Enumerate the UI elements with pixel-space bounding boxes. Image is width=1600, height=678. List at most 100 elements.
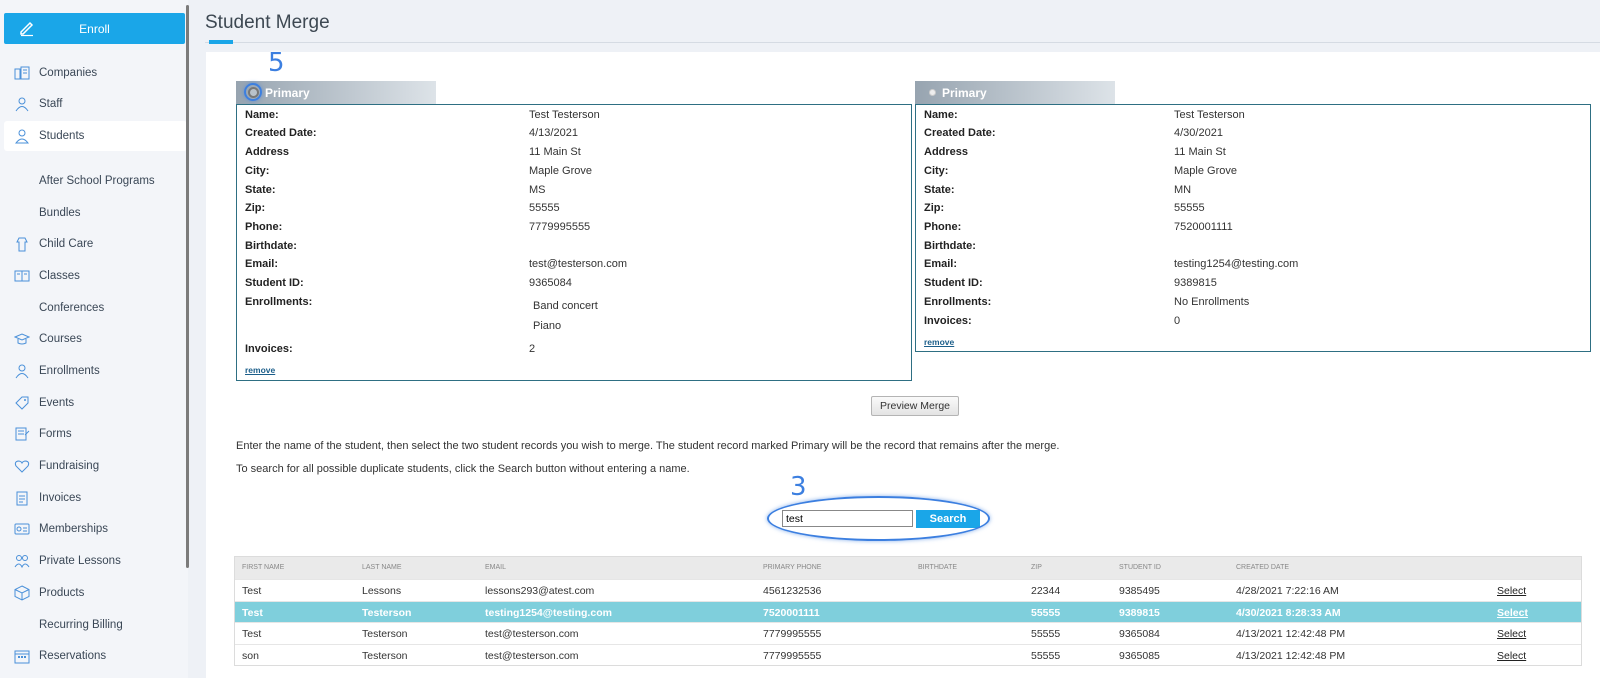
cell-email: test@testerson.com xyxy=(485,628,579,640)
cell-student-id: 9365085 xyxy=(1119,649,1160,662)
field-value: 55555 xyxy=(529,202,560,214)
field-value: Maple Grove xyxy=(529,165,592,177)
sidebar-item-label: Classes xyxy=(39,270,80,282)
events-icon xyxy=(15,396,29,410)
private-lessons-icon xyxy=(14,555,30,569)
field-label: Address xyxy=(924,146,969,158)
record-1-primary-tab[interactable]: Primary xyxy=(236,81,436,104)
sidebar-item-label: Conferences xyxy=(39,302,105,314)
cell-student-id: 9365084 xyxy=(1119,628,1160,640)
column-header: ZIP xyxy=(1031,564,1042,571)
field-value: 4/13/2021 xyxy=(529,127,578,139)
sidebar-item-events[interactable]: Events xyxy=(4,388,187,418)
field-value: 9365084 xyxy=(529,277,572,289)
companies-icon xyxy=(14,66,30,80)
field-label: City: xyxy=(924,165,949,177)
field-label: Invoices: xyxy=(245,343,293,355)
field-value: 7779995555 xyxy=(529,221,591,233)
instruction-text: Enter the name of the student, then sele… xyxy=(236,440,1060,452)
sidebar-item-products[interactable]: Products xyxy=(4,578,187,608)
field-label: City: xyxy=(245,165,270,177)
field-label: State: xyxy=(245,184,276,196)
instruction-text: To search for all possible duplicate stu… xyxy=(236,463,690,475)
sidebar-item-fundraising[interactable]: Fundraising xyxy=(4,451,187,481)
sidebar-scrollbar[interactable] xyxy=(186,5,189,568)
sidebar-item-label: Staff xyxy=(39,98,63,110)
sidebar-item-label: Reservations xyxy=(39,650,107,662)
staff-icon xyxy=(15,97,29,112)
select-link[interactable]: Select xyxy=(1497,628,1526,640)
sidebar-item-memberships[interactable]: Memberships xyxy=(4,514,187,544)
field-label: Invoices: xyxy=(924,315,972,327)
record-2-primary-tab[interactable]: Primary xyxy=(915,81,1115,104)
field-label: Created Date: xyxy=(245,127,317,139)
highlight-ellipse xyxy=(244,83,262,101)
cell-phone: 4561232536 xyxy=(763,585,822,597)
field-label: Created Date: xyxy=(924,127,996,139)
select-link[interactable]: Select xyxy=(1497,585,1526,597)
callout-number: 5 xyxy=(268,48,285,78)
sidebar-item-after-school-programs[interactable]: After School Programs xyxy=(4,166,187,196)
select-link[interactable]: Select xyxy=(1497,607,1528,619)
cell-created-date: 4/13/2021 12:42:48 PM xyxy=(1236,628,1346,640)
cell-zip: 55555 xyxy=(1031,628,1061,640)
sidebar-item-courses[interactable]: Courses xyxy=(4,324,187,354)
sidebar-item-label: Recurring Billing xyxy=(39,619,123,631)
field-label: Enrollments: xyxy=(924,296,992,308)
column-header: STUDENT ID xyxy=(1119,564,1161,571)
cell-last-name: Testerson xyxy=(362,606,412,619)
sidebar-item-staff[interactable]: Staff xyxy=(4,89,187,119)
cell-created-date: 4/13/2021 12:42:48 PM xyxy=(1236,649,1346,662)
sidebar-item-private-lessons[interactable]: Private Lessons xyxy=(4,546,187,576)
sidebar-item-label: After School Programs xyxy=(39,175,155,187)
column-header: FIRST NAME xyxy=(242,564,285,571)
field-label: Enrollments: xyxy=(245,296,313,308)
primary-label: Primary xyxy=(265,85,310,100)
cell-first-name: Test xyxy=(242,628,262,640)
sidebar-item-child-care[interactable]: Child Care xyxy=(4,229,187,259)
field-label: Birthdate: xyxy=(245,240,297,252)
sidebar-item-recurring-billing[interactable]: Recurring Billing xyxy=(4,610,187,640)
field-label: Address xyxy=(245,146,290,158)
select-link[interactable]: Select xyxy=(1497,650,1526,662)
primary-radio[interactable] xyxy=(929,89,936,96)
sidebar-item-enrollments[interactable]: Enrollments xyxy=(4,356,187,386)
sidebar-item-companies[interactable]: Companies xyxy=(4,58,187,88)
record-1-card: Name: Test Testerson Created Date: 4/13/… xyxy=(236,104,912,381)
reservations-icon xyxy=(14,650,30,664)
field-value: Band concert xyxy=(533,300,598,312)
table-row[interactable]: son Testerson test@testerson.com 7779995… xyxy=(235,643,1581,666)
sidebar-item-label: Bundles xyxy=(39,207,81,219)
sidebar-item-classes[interactable]: Classes xyxy=(4,261,187,291)
table-row-selected[interactable]: Test Testerson testing1254@testing.com 7… xyxy=(235,600,1581,622)
sidebar-item-forms[interactable]: Forms xyxy=(4,419,187,449)
field-label: Birthdate: xyxy=(924,240,976,252)
table-row[interactable]: Test Lessons lessons293@atest.com 456123… xyxy=(235,579,1581,601)
enroll-button[interactable]: Enroll xyxy=(4,13,185,44)
sidebar-item-bundles[interactable]: Bundles xyxy=(4,198,187,228)
sidebar-item-invoices[interactable]: Invoices xyxy=(4,483,187,513)
title-accent-bar xyxy=(209,40,233,44)
remove-link[interactable]: remove xyxy=(245,365,275,375)
table-row[interactable]: Test Testerson test@testerson.com 777999… xyxy=(235,622,1581,644)
field-label: Email: xyxy=(924,258,958,270)
invoices-icon xyxy=(16,491,28,506)
sidebar-item-conferences[interactable]: Conferences xyxy=(4,293,187,323)
field-value: 2 xyxy=(529,343,536,355)
field-value: 7520001111 xyxy=(1174,221,1233,233)
sidebar-item-students[interactable]: Students xyxy=(4,121,187,151)
field-value: 11 Main St xyxy=(1174,146,1226,158)
cell-email: testing1254@testing.com xyxy=(485,606,612,619)
sidebar: Enroll Companies Staff Students After Sc… xyxy=(0,0,188,678)
field-value: 9389815 xyxy=(1174,277,1217,289)
title-divider xyxy=(205,42,1600,43)
classes-icon xyxy=(14,270,30,282)
preview-merge-button[interactable]: Preview Merge xyxy=(871,396,959,416)
cell-student-id: 9389815 xyxy=(1119,606,1160,619)
cell-zip: 22344 xyxy=(1031,585,1061,597)
table-header: FIRST NAME LAST NAME EMAIL PRIMARY PHONE… xyxy=(235,557,1581,579)
cell-student-id: 9385495 xyxy=(1119,585,1160,597)
sidebar-item-reservations[interactable]: Reservations xyxy=(4,641,187,671)
remove-link[interactable]: remove xyxy=(924,337,954,347)
field-label: Phone: xyxy=(245,221,283,233)
